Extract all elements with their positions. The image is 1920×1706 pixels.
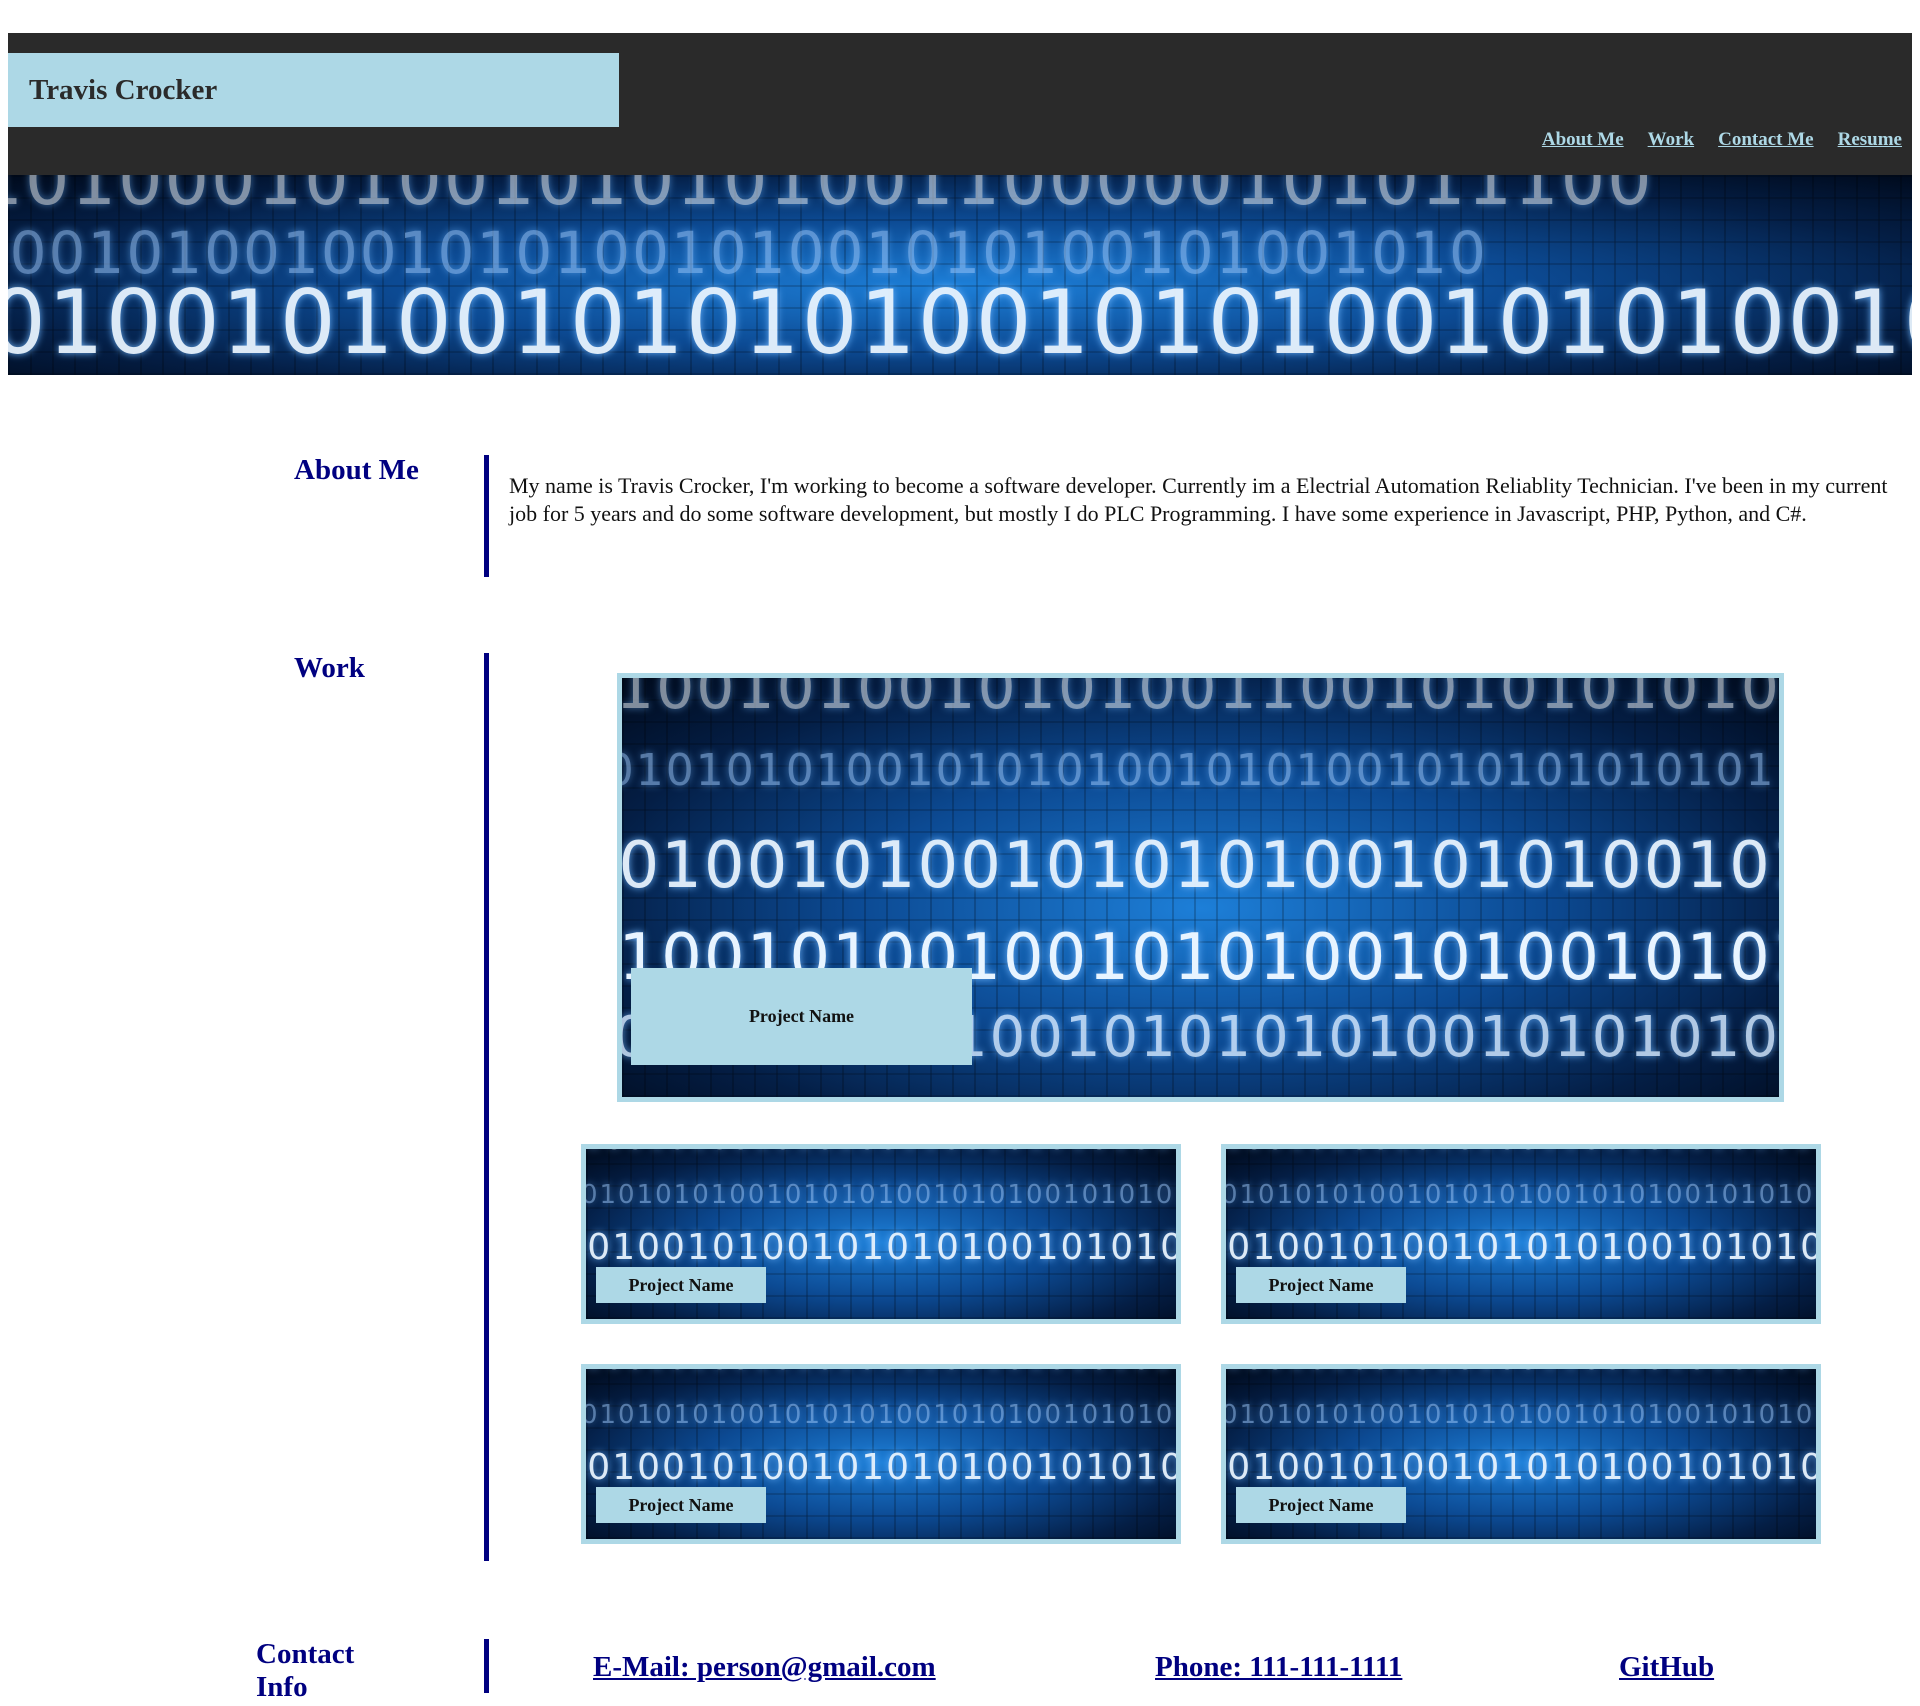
about-divider (484, 455, 489, 577)
contact-divider (484, 1639, 489, 1693)
site-header: Travis Crocker About Me Work Contact Me … (8, 33, 1912, 175)
banner-binary-row: 0101000101001010101001100000101011100 (8, 175, 1654, 221)
project-name-label: Project Name (596, 1487, 766, 1523)
project-card[interactable]: 010010100101010011001010101010100101010 … (1221, 1144, 1821, 1324)
email-link[interactable]: E-Mail: person@gmail.com (593, 1651, 936, 1684)
phone-link[interactable]: Phone: 111-111-1111 (1155, 1651, 1402, 1684)
project-art-row: 1010010100101010100101010010101001010101 (1221, 1227, 1821, 1269)
project-art-row: 0010101010010101010010101001010101010101 (617, 745, 1776, 797)
project-art-row: 1010010100101010100101010010101001010101 (581, 1447, 1181, 1489)
project-card[interactable]: 010010100101010011001010101010100101010 … (1221, 1364, 1821, 1544)
project-art-row: 1010010100101010100101010010101001010101 (617, 828, 1779, 903)
project-art-row: 010010100101010011001010101010100101010 (1226, 1369, 1816, 1377)
project-name-label: Project Name (631, 968, 972, 1065)
project-card[interactable]: 010010100101010011001010101010100101010 … (581, 1364, 1181, 1544)
nav-resume-link[interactable]: Resume (1838, 129, 1902, 151)
hero-banner-image: 0101000101001010101001100000101011100 01… (8, 175, 1912, 375)
project-art-row: 0010101010010101010010101001010101010101 (1221, 1399, 1816, 1430)
nav-work-link[interactable]: Work (1648, 129, 1694, 151)
project-art-row: 1010010100101010100101010010101001010101 (1221, 1447, 1821, 1489)
nav-contact-me-link[interactable]: Contact Me (1718, 129, 1814, 151)
banner-binary-row: 1010010100101010100101010010101001010 (8, 271, 1912, 374)
project-art-row: 0010101010010101010010101001010101010101 (581, 1179, 1176, 1210)
contact-heading-line: Info (256, 1671, 308, 1704)
about-me-text: My name is Travis Crocker, I'm working t… (509, 473, 1888, 526)
project-art-row: 010010100101010011001010101010100101010 (586, 1369, 1176, 1377)
project-art-row: 0010101010010101010010101001010101010101 (1221, 1179, 1816, 1210)
github-link[interactable]: GitHub (1619, 1651, 1714, 1684)
contact-info-heading: Contact Info (256, 1638, 354, 1705)
work-divider (484, 653, 489, 1561)
brand-box: Travis Crocker (8, 53, 619, 127)
project-card-featured[interactable]: 010010100101010011001010101010100101010 … (617, 673, 1784, 1102)
project-art-row: 1010010100101010100101010010101001010101 (581, 1227, 1181, 1269)
project-card[interactable]: 010010100101010011001010101010100101010 … (581, 1144, 1181, 1324)
work-heading: Work (294, 652, 365, 684)
project-name-label: Project Name (1236, 1487, 1406, 1523)
site-title: Travis Crocker (29, 73, 218, 106)
about-me-heading: About Me (294, 454, 419, 486)
project-art-row: 010010100101010011001010101010100101010 (586, 1149, 1176, 1157)
project-name-label: Project Name (596, 1267, 766, 1303)
nav-about-me-link[interactable]: About Me (1542, 129, 1624, 151)
contact-heading-line: Contact (256, 1638, 355, 1670)
project-name-label: Project Name (1236, 1267, 1406, 1303)
project-art-row: 010010100101010011001010101010100101010 (1226, 1149, 1816, 1157)
project-art-row: 010010100101010011001010101010100101010 (617, 673, 1781, 723)
main-nav: About Me Work Contact Me Resume (1542, 129, 1902, 151)
project-art-row: 0010101010010101010010101001010101010101 (581, 1399, 1176, 1430)
